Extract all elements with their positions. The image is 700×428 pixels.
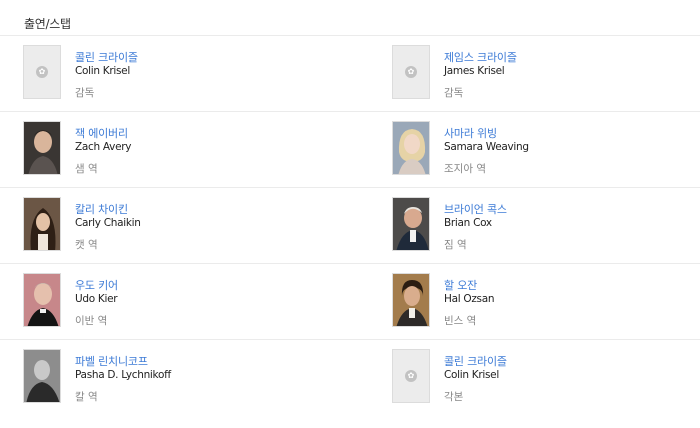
people-grid: ✿ 콜린 크라이즐 Colin Krisel 감독 ✿ 제임스 크라이즐 Jam… [0, 36, 700, 416]
person-name-en: Carly Chaikin [75, 217, 141, 229]
person-role: 조지아 역 [444, 163, 486, 175]
person-role: 감독 [75, 87, 95, 99]
person-card: 사마라 위빙 Samara Weaving 조지아 역 [370, 112, 700, 188]
person-photo[interactable] [392, 197, 430, 251]
person-role: 각본 [444, 391, 464, 403]
person-name-en: Pasha D. Lychnikoff [75, 369, 171, 381]
portrait-image [24, 122, 60, 174]
person-name-link[interactable]: 콜린 크라이즐 [75, 49, 138, 65]
photo-placeholder[interactable]: ✿ [392, 349, 430, 403]
person-name-link[interactable]: 칼리 차이킨 [75, 201, 128, 217]
person-name-en: Samara Weaving [444, 141, 529, 153]
person-name-link[interactable]: 제임스 크라이즐 [444, 49, 517, 65]
person-photo[interactable] [392, 273, 430, 327]
person-photo[interactable] [23, 121, 61, 175]
person-name-en: Colin Krisel [75, 65, 130, 77]
section-title: 출연/스탭 [24, 17, 71, 31]
person-card: 잭 에이버리 Zach Avery 샘 역 [0, 112, 370, 188]
person-photo[interactable] [23, 349, 61, 403]
placeholder-icon: ✿ [405, 370, 417, 382]
person-card: 칼리 차이킨 Carly Chaikin 캣 역 [0, 188, 370, 264]
person-name-en: Hal Ozsan [444, 293, 495, 305]
portrait-image [24, 350, 60, 402]
portrait-image [393, 198, 429, 250]
person-role: 캣 역 [75, 239, 98, 251]
placeholder-icon: ✿ [405, 66, 417, 78]
page-bottom-area [0, 404, 700, 428]
portrait-image [24, 198, 60, 250]
photo-placeholder[interactable]: ✿ [23, 45, 61, 99]
portrait-image [393, 122, 429, 174]
person-name-en: Zach Avery [75, 141, 132, 153]
photo-placeholder[interactable]: ✿ [392, 45, 430, 99]
person-name-link[interactable]: 우도 키어 [75, 277, 118, 293]
placeholder-icon: ✿ [36, 66, 48, 78]
person-photo[interactable] [23, 273, 61, 327]
person-name-link[interactable]: 사마라 위빙 [444, 125, 497, 141]
person-name-link[interactable]: 브라이언 콕스 [444, 201, 507, 217]
person-name-link[interactable]: 잭 에이버리 [75, 125, 128, 141]
portrait-image [393, 274, 429, 326]
person-card: 브라이언 콕스 Brian Cox 짐 역 [370, 188, 700, 264]
person-name-en: Brian Cox [444, 217, 492, 229]
person-role: 이반 역 [75, 315, 108, 327]
person-name-link[interactable]: 파벨 린치니코프 [75, 353, 148, 369]
cast-crew-section: 출연/스탭 ✿ 콜린 크라이즐 Colin Krisel 감독 ✿ 제임스 크라… [0, 0, 700, 428]
person-role: 감독 [444, 87, 464, 99]
person-name-link[interactable]: 할 오잔 [444, 277, 477, 293]
person-name-en: James Krisel [444, 65, 505, 77]
person-name-link[interactable]: 콜린 크라이즐 [444, 353, 507, 369]
person-role: 빈스 역 [444, 315, 477, 327]
person-role: 칼 역 [75, 391, 98, 403]
portrait-image [24, 274, 60, 326]
person-card: ✿ 제임스 크라이즐 James Krisel 감독 [370, 36, 700, 112]
person-card: 우도 키어 Udo Kier 이반 역 [0, 264, 370, 340]
person-card: 할 오잔 Hal Ozsan 빈스 역 [370, 264, 700, 340]
person-name-en: Udo Kier [75, 293, 118, 305]
person-photo[interactable] [392, 121, 430, 175]
person-role: 짐 역 [444, 239, 467, 251]
person-name-en: Colin Krisel [444, 369, 499, 381]
person-photo[interactable] [23, 197, 61, 251]
person-card: ✿ 콜린 크라이즐 Colin Krisel 감독 [0, 36, 370, 112]
person-role: 샘 역 [75, 163, 98, 175]
